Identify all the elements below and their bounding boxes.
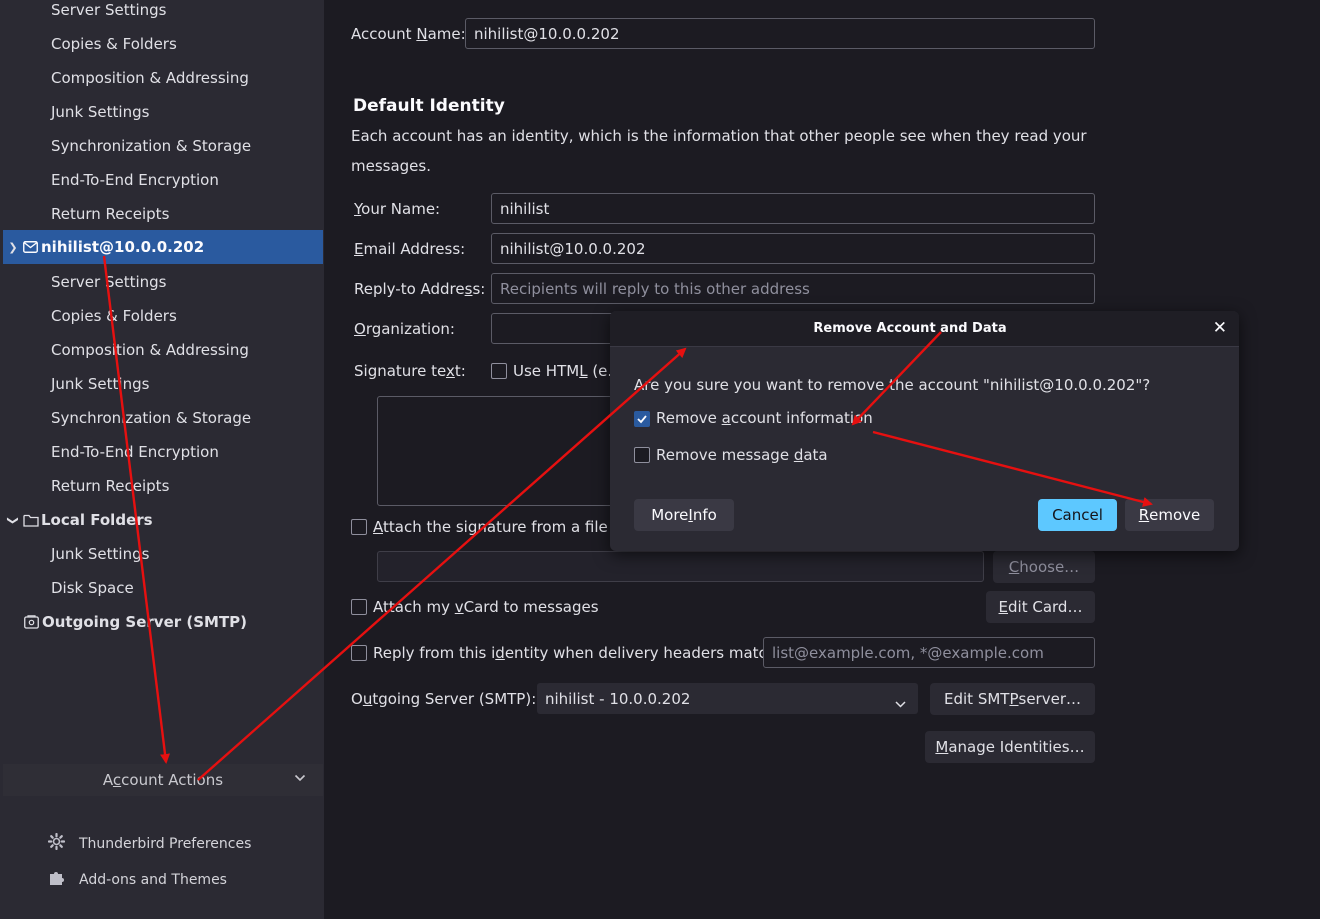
attach-signature-checkbox[interactable] xyxy=(351,519,367,535)
local-folders-label: Local Folders xyxy=(41,511,153,529)
tree-item-copies-folders[interactable]: Copies & Folders xyxy=(51,307,177,325)
attach-signature-label: Attach the signature from a file in xyxy=(373,518,627,536)
chevron-down-icon xyxy=(895,694,906,712)
tree-item-e2e-encryption[interactable]: End-To-End Encryption xyxy=(51,443,219,461)
remove-account-info-label: Remove account information xyxy=(656,409,873,427)
tree-item-sync-storage[interactable]: Synchronization & Storage xyxy=(51,409,251,427)
dialog-title: Remove Account and Data xyxy=(813,321,1007,336)
tree-item-sync-storage[interactable]: Synchronization & Storage xyxy=(51,137,251,155)
thunderbird-preferences-link[interactable]: Thunderbird Preferences xyxy=(47,832,252,854)
smtp-server-select[interactable]: nihilist - 10.0.0.202 xyxy=(537,683,918,714)
smtp-server-value: nihilist - 10.0.0.202 xyxy=(545,689,691,708)
tree-item-junk-settings[interactable]: Junk Settings xyxy=(51,375,149,393)
remove-confirmation-question: Are you sure you want to remove the acco… xyxy=(634,376,1151,394)
reply-to-input[interactable]: Recipients will reply to this other addr… xyxy=(491,273,1095,304)
tree-item-return-receipts[interactable]: Return Receipts xyxy=(51,477,169,495)
account-name-input[interactable]: nihilist@10.0.0.202 xyxy=(465,18,1095,49)
use-html-checkbox[interactable] xyxy=(491,363,507,379)
folder-icon xyxy=(23,514,41,527)
tree-item-e2e-encryption[interactable]: End-To-End Encryption xyxy=(51,171,219,189)
mail-icon xyxy=(23,241,41,253)
remove-message-data-label: Remove message data xyxy=(656,446,828,464)
tree-item-copies-folders[interactable]: Copies & Folders xyxy=(51,35,177,53)
chevron-down-icon[interactable]: ❯ xyxy=(7,510,20,530)
organization-label: Organization: xyxy=(354,320,455,338)
account-actions-label: Account Actions xyxy=(102,771,224,789)
addons-label: Add-ons and Themes xyxy=(79,871,227,888)
tree-item-server-settings[interactable]: Server Settings xyxy=(51,273,166,291)
edit-smtp-server-button[interactable]: Edit SMT P server… xyxy=(930,683,1095,715)
reply-from-identity-label: Reply from this identity when delivery h… xyxy=(373,644,782,662)
server-icon xyxy=(24,615,42,629)
identity-description: Each account has an identity, which is t… xyxy=(351,127,1087,145)
account-sidebar: Server Settings Copies & Folders Composi… xyxy=(0,0,324,919)
email-address-input[interactable]: nihilist@10.0.0.202 xyxy=(491,233,1095,264)
tree-item-composition-addressing[interactable]: Composition & Addressing xyxy=(51,341,249,359)
puzzle-icon xyxy=(48,869,65,890)
dialog-header: Remove Account and Data ✕ xyxy=(610,311,1239,347)
tree-local-folders[interactable]: ❯ Local Folders xyxy=(3,503,323,537)
remove-account-info-checkbox[interactable] xyxy=(634,411,650,427)
manage-identities-button[interactable]: Manage Identities… xyxy=(925,731,1095,763)
reply-from-identity-checkbox[interactable] xyxy=(351,645,367,661)
your-name-label: Your Name: xyxy=(354,200,441,218)
tree-item-server-settings[interactable]: Server Settings xyxy=(51,1,166,19)
tree-item-return-receipts[interactable]: Return Receipts xyxy=(51,205,169,223)
more-info-button[interactable]: More Info xyxy=(634,499,734,531)
default-identity-heading: Default Identity xyxy=(353,96,505,116)
tree-item-composition-addressing[interactable]: Composition & Addressing xyxy=(51,69,249,87)
delivery-headers-input[interactable]: list@example.com, *@example.com xyxy=(763,637,1095,668)
account-name-label: Account Name: xyxy=(351,25,466,43)
account-actions-button[interactable]: Account Actions xyxy=(3,764,323,796)
gear-icon xyxy=(47,832,66,854)
remove-message-data-checkbox[interactable] xyxy=(634,447,650,463)
signature-file-input[interactable] xyxy=(377,551,984,582)
close-icon[interactable]: ✕ xyxy=(1213,318,1227,338)
remove-button[interactable]: Remove xyxy=(1125,499,1214,531)
tree-item-junk-settings[interactable]: Junk Settings xyxy=(51,545,149,563)
use-html-label: Use HTML (e. xyxy=(513,362,613,380)
attach-vcard-label: Attach my vCard to messages xyxy=(373,598,599,616)
reply-to-label: Reply-to Address: xyxy=(354,280,486,298)
email-address-label: Email Address: xyxy=(354,240,466,258)
cancel-button[interactable]: Cancel xyxy=(1038,499,1117,531)
outgoing-server-label: Outgoing Server (SMTP): xyxy=(351,690,537,708)
remove-account-dialog: Remove Account and Data ✕ Are you sure y… xyxy=(610,311,1239,551)
chevron-down-icon[interactable]: ❯ xyxy=(3,241,23,254)
your-name-input[interactable]: nihilist xyxy=(491,193,1095,224)
addons-themes-link[interactable]: Add-ons and Themes xyxy=(48,869,227,890)
choose-file-button[interactable]: Choose… xyxy=(993,551,1095,583)
account-name-label: nihilist@10.0.0.202 xyxy=(41,238,205,256)
edit-card-button[interactable]: Edit Card… xyxy=(986,591,1095,623)
tree-item-junk-settings[interactable]: Junk Settings xyxy=(51,103,149,121)
signature-text-label: Signature text: xyxy=(354,362,466,380)
tree-item-disk-space[interactable]: Disk Space xyxy=(51,579,134,597)
tree-outgoing-server[interactable]: Outgoing Server (SMTP) xyxy=(3,605,323,639)
identity-description-cont: messages. xyxy=(351,157,431,175)
attach-vcard-checkbox[interactable] xyxy=(351,599,367,615)
outgoing-server-label: Outgoing Server (SMTP) xyxy=(42,613,248,631)
chevron-down-icon xyxy=(294,771,306,785)
preferences-label: Thunderbird Preferences xyxy=(79,835,252,852)
tree-account-nihilist[interactable]: ❯ nihilist@10.0.0.202 xyxy=(3,230,323,264)
